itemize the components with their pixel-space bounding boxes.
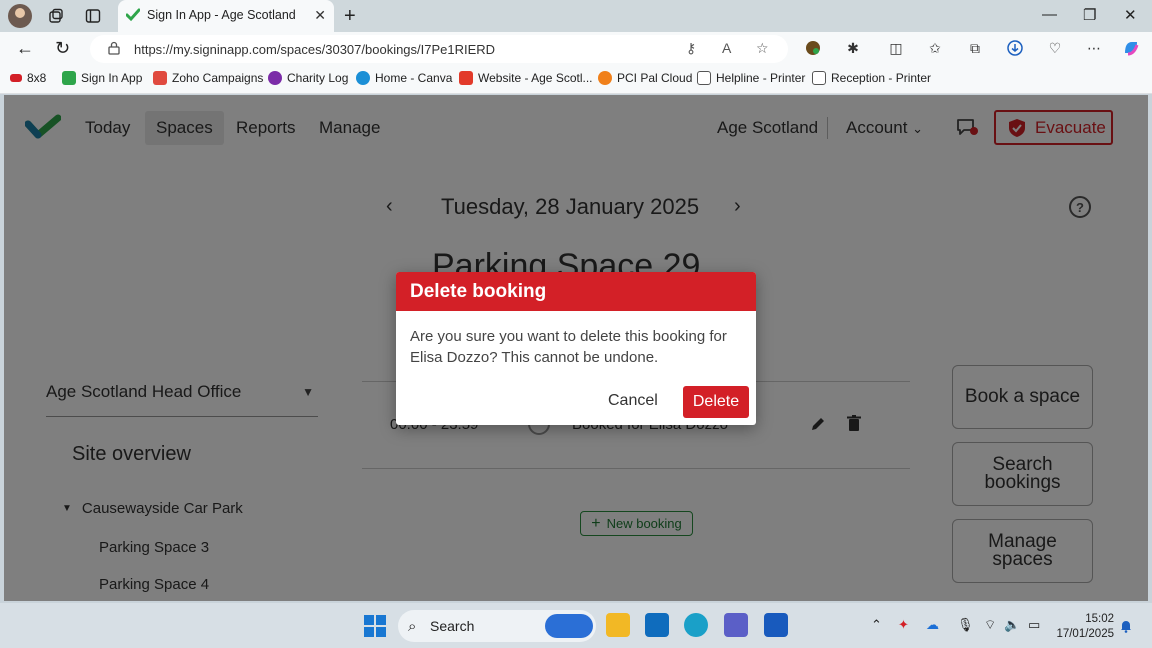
bookmark-icon xyxy=(598,71,612,85)
bookmark-helpline-printer[interactable]: Helpline - Printer xyxy=(697,71,805,85)
bookmark-pci-pal-cloud[interactable]: PCI Pal Cloud xyxy=(598,71,692,85)
refresh-icon[interactable]: ↻ xyxy=(55,38,70,59)
browser-tab-bar: Sign In App - Age Scotland ✕ + — ❐ ✕ xyxy=(0,0,1152,32)
bookmark-label: Charity Log xyxy=(287,71,349,85)
restore-icon[interactable]: ❐ xyxy=(1083,6,1096,24)
cancel-button[interactable]: Cancel xyxy=(608,392,658,410)
extension-icon[interactable] xyxy=(804,39,822,57)
bookmark-icon xyxy=(268,71,282,85)
bookmark-zoho-campaigns[interactable]: Zoho Campaigns xyxy=(153,71,263,85)
wifi-icon[interactable]: ⌔ xyxy=(984,617,996,633)
bookmark-label: Zoho Campaigns xyxy=(172,71,264,85)
new-tab-icon[interactable]: + xyxy=(344,5,356,28)
signinapp-favicon-icon xyxy=(126,8,140,22)
vertical-tabs-icon[interactable] xyxy=(83,6,103,26)
battery-icon[interactable]: ▭ xyxy=(1028,617,1040,633)
document-icon xyxy=(697,71,711,85)
windows-start-icon[interactable] xyxy=(364,615,386,637)
bookmark-charity-log[interactable]: Charity Log xyxy=(268,71,348,85)
tray-app-icon[interactable]: ✦ xyxy=(898,617,909,633)
bookmark-icon xyxy=(62,71,76,85)
system-clock[interactable]: 15:02 17/01/2025 xyxy=(1050,612,1114,642)
bookmark-label: Helpline - Printer xyxy=(716,71,806,85)
bookmark-home-canva[interactable]: Home - Canva xyxy=(356,71,452,85)
copilot-icon[interactable] xyxy=(1122,39,1140,57)
outlook-icon[interactable] xyxy=(645,613,669,637)
extensions-puzzle-icon[interactable]: ✱ xyxy=(844,39,862,57)
minimize-icon[interactable]: — xyxy=(1042,6,1057,23)
file-explorer-icon[interactable] xyxy=(606,613,630,637)
downloads-icon[interactable] xyxy=(1006,39,1024,57)
taskbar-search-placeholder: Search xyxy=(430,618,475,634)
microphone-icon[interactable]: 🎙 xyxy=(957,617,974,633)
bookmark-label: Home - Canva xyxy=(375,71,453,85)
back-icon[interactable]: ← xyxy=(16,38,34,59)
delete-button[interactable]: Delete xyxy=(683,386,749,418)
dialog-header: Delete booking xyxy=(396,272,756,311)
app-viewport: Today Spaces Reports Manage Age Scotland… xyxy=(4,95,1148,601)
password-key-icon[interactable]: ⚷ xyxy=(686,40,696,57)
workspaces-icon[interactable] xyxy=(46,6,66,26)
read-aloud-icon[interactable]: A xyxy=(722,40,731,56)
favorite-star-icon[interactable]: ☆ xyxy=(756,40,769,57)
delete-booking-dialog: Delete booking Are you sure you want to … xyxy=(396,272,756,425)
search-icon: ⌕ xyxy=(408,618,417,635)
lock-icon xyxy=(108,41,120,55)
bookmark-icon xyxy=(153,71,167,85)
bookmark-label: 8x8 xyxy=(27,71,47,85)
split-screen-icon[interactable]: ◫ xyxy=(887,39,905,57)
bookmark-label: Reception - Printer xyxy=(831,71,932,85)
clock-date: 17/01/2025 xyxy=(1056,628,1114,640)
favorites-icon[interactable]: ✩ xyxy=(926,39,944,57)
dialog-title: Delete booking xyxy=(410,281,547,302)
taskbar-search[interactable]: ⌕ Search xyxy=(398,610,596,642)
address-bar[interactable]: https://my.signinapp.com/spaces/30307/bo… xyxy=(90,35,788,63)
collections-icon[interactable]: ⧉ xyxy=(966,39,984,57)
more-menu-icon[interactable]: ⋯ xyxy=(1085,39,1103,57)
search-highlight-image xyxy=(545,614,593,638)
bookmark-icon xyxy=(10,74,22,82)
clock-time: 15:02 xyxy=(1085,613,1114,625)
url-text: https://my.signinapp.com/spaces/30307/bo… xyxy=(134,42,496,57)
close-tab-icon[interactable]: ✕ xyxy=(314,7,326,24)
teams-icon[interactable] xyxy=(724,613,748,637)
dialog-message: Are you sure you want to delete this boo… xyxy=(410,328,727,366)
tab-title: Sign In App - Age Scotland xyxy=(147,8,296,22)
windows-taskbar: ⌕ Search ⌃ ✦ ☁ 🎙 ⌔ 🔈 ▭ 15:02 17/01/2025 xyxy=(0,603,1152,648)
active-tab[interactable]: Sign In App - Age Scotland ✕ xyxy=(118,0,334,32)
bookmark-icon xyxy=(356,71,370,85)
browser-essentials-icon[interactable]: ♡ xyxy=(1046,39,1064,57)
close-window-icon[interactable]: ✕ xyxy=(1124,6,1137,24)
bookmark-website-age-scotland[interactable]: Website - Age Scotl... xyxy=(459,71,593,85)
bookmark-reception-printer[interactable]: Reception - Printer xyxy=(812,71,931,85)
chevron-up-icon[interactable]: ⌃ xyxy=(871,617,882,633)
onedrive-icon[interactable]: ☁ xyxy=(926,617,939,633)
bookmark-icon xyxy=(459,71,473,85)
word-icon[interactable] xyxy=(764,613,788,637)
document-icon xyxy=(812,71,826,85)
notification-bell-icon[interactable] xyxy=(1120,619,1132,633)
bookmark-sign-in-app[interactable]: Sign In App xyxy=(62,71,142,85)
bookmark-8x8[interactable]: 8x8 xyxy=(10,71,46,85)
bookmarks-bar: 8x8 Sign In App Zoho Campaigns Charity L… xyxy=(0,64,1152,94)
edge-icon[interactable] xyxy=(684,613,708,637)
bookmark-label: PCI Pal Cloud xyxy=(617,71,693,85)
bookmark-label: Sign In App xyxy=(81,71,143,85)
profile-avatar[interactable] xyxy=(8,4,32,28)
bookmark-label: Website - Age Scotl... xyxy=(478,71,593,85)
volume-icon[interactable]: 🔈 xyxy=(1004,617,1020,633)
browser-toolbar: ← ↻ https://my.signinapp.com/spaces/3030… xyxy=(0,32,1152,64)
